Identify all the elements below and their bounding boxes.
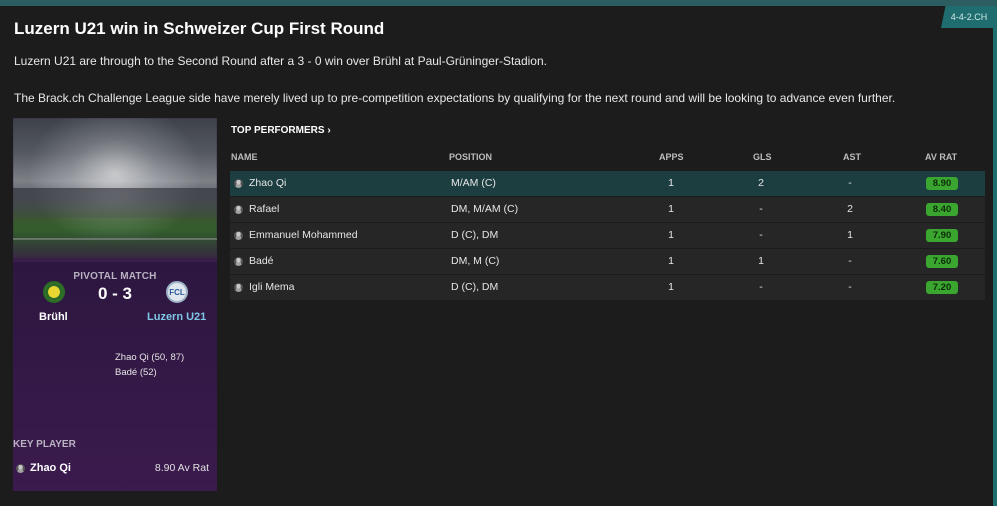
player-avatar-icon: [234, 179, 243, 188]
player-gls: -: [759, 203, 763, 215]
player-gls: 1: [758, 255, 764, 267]
table-row[interactable]: Igli Mema D (C), DM 1 - - 7.20: [230, 275, 985, 300]
table-row[interactable]: Rafael DM, M/AM (C) 1 - 2 8.40: [230, 197, 985, 222]
player-ast: -: [848, 177, 852, 189]
player-position: D (C), DM: [451, 281, 499, 293]
col-header-apps[interactable]: APPS: [659, 152, 684, 162]
goal-scorer: Badé (52): [115, 367, 157, 378]
player-gls: -: [759, 229, 763, 241]
player-avatar-icon: [16, 463, 25, 473]
pivotal-match-card[interactable]: PIVOTAL MATCH 0 - 3 FCL Brühl Luzern U21…: [13, 118, 217, 491]
key-player-label: KEY PLAYER: [13, 439, 76, 450]
player-apps: 1: [668, 255, 674, 267]
rating-badge: 8.40: [926, 203, 958, 216]
player-gls: 2: [758, 177, 764, 189]
player-ast: 2: [847, 203, 853, 215]
player-name[interactable]: Badé: [249, 255, 274, 267]
player-avatar-icon: [234, 283, 243, 292]
player-position: DM, M (C): [451, 255, 500, 267]
player-gls: -: [759, 281, 763, 293]
col-header-av-rat[interactable]: AV RAT: [925, 152, 957, 162]
player-name[interactable]: Igli Mema: [249, 281, 295, 293]
player-position: DM, M/AM (C): [451, 203, 519, 215]
player-apps: 1: [668, 177, 674, 189]
player-ast: -: [848, 281, 852, 293]
goal-scorer: Zhao Qi (50, 87): [115, 352, 185, 363]
player-name[interactable]: Zhao Qi: [249, 177, 286, 189]
col-header-gls[interactable]: GLS: [753, 152, 772, 162]
col-header-position[interactable]: POSITION: [449, 152, 492, 162]
rating-badge: 8.90: [926, 177, 958, 190]
news-paragraph-1: Luzern U21 are through to the Second Rou…: [14, 54, 547, 68]
away-crest-text: FCL: [169, 287, 185, 297]
home-team-name[interactable]: Brühl: [39, 311, 68, 323]
player-position: D (C), DM: [451, 229, 499, 241]
key-player-name[interactable]: Zhao Qi: [30, 462, 71, 474]
right-accent-edge: [993, 28, 997, 506]
news-paragraph-2: The Brack.ch Challenge League side have …: [14, 91, 896, 105]
top-performers-link[interactable]: TOP PERFORMERS ›: [231, 125, 331, 136]
col-header-ast[interactable]: AST: [843, 152, 861, 162]
away-team-crest-icon[interactable]: FCL: [166, 281, 188, 303]
rating-badge: 7.20: [926, 281, 958, 294]
rating-badge: 7.60: [926, 255, 958, 268]
table-row[interactable]: Zhao Qi M/AM (C) 1 2 - 8.90: [230, 171, 985, 196]
player-apps: 1: [668, 229, 674, 241]
table-row[interactable]: Badé DM, M (C) 1 1 - 7.60: [230, 249, 985, 274]
pivotal-match-label: PIVOTAL MATCH: [73, 271, 157, 282]
away-team-name[interactable]: Luzern U21: [147, 311, 206, 323]
player-ast: 1: [847, 229, 853, 241]
player-avatar-icon: [234, 257, 243, 266]
table-row[interactable]: Emmanuel Mohammed D (C), DM 1 - 1 7.90: [230, 223, 985, 248]
news-headline: Luzern U21 win in Schweizer Cup First Ro…: [14, 19, 385, 38]
player-position: M/AM (C): [451, 177, 496, 189]
key-player-rating: 8.90 Av Rat: [154, 462, 209, 474]
player-apps: 1: [668, 203, 674, 215]
stadium-stand: [13, 188, 217, 218]
player-avatar-icon: [234, 205, 243, 214]
player-ast: -: [848, 255, 852, 267]
rating-badge: 7.90: [926, 229, 958, 242]
player-apps: 1: [668, 281, 674, 293]
player-name[interactable]: Emmanuel Mohammed: [249, 229, 358, 241]
stadium-fade: [13, 228, 217, 262]
player-name[interactable]: Rafael: [249, 203, 279, 215]
key-player-row[interactable]: Zhao Qi 8.90 Av Rat: [13, 460, 217, 476]
top-accent-bar: [0, 0, 997, 6]
tactic-tag: 4-4-2.CH: [941, 6, 997, 28]
player-avatar-icon: [234, 231, 243, 240]
col-header-name[interactable]: NAME: [231, 152, 258, 162]
